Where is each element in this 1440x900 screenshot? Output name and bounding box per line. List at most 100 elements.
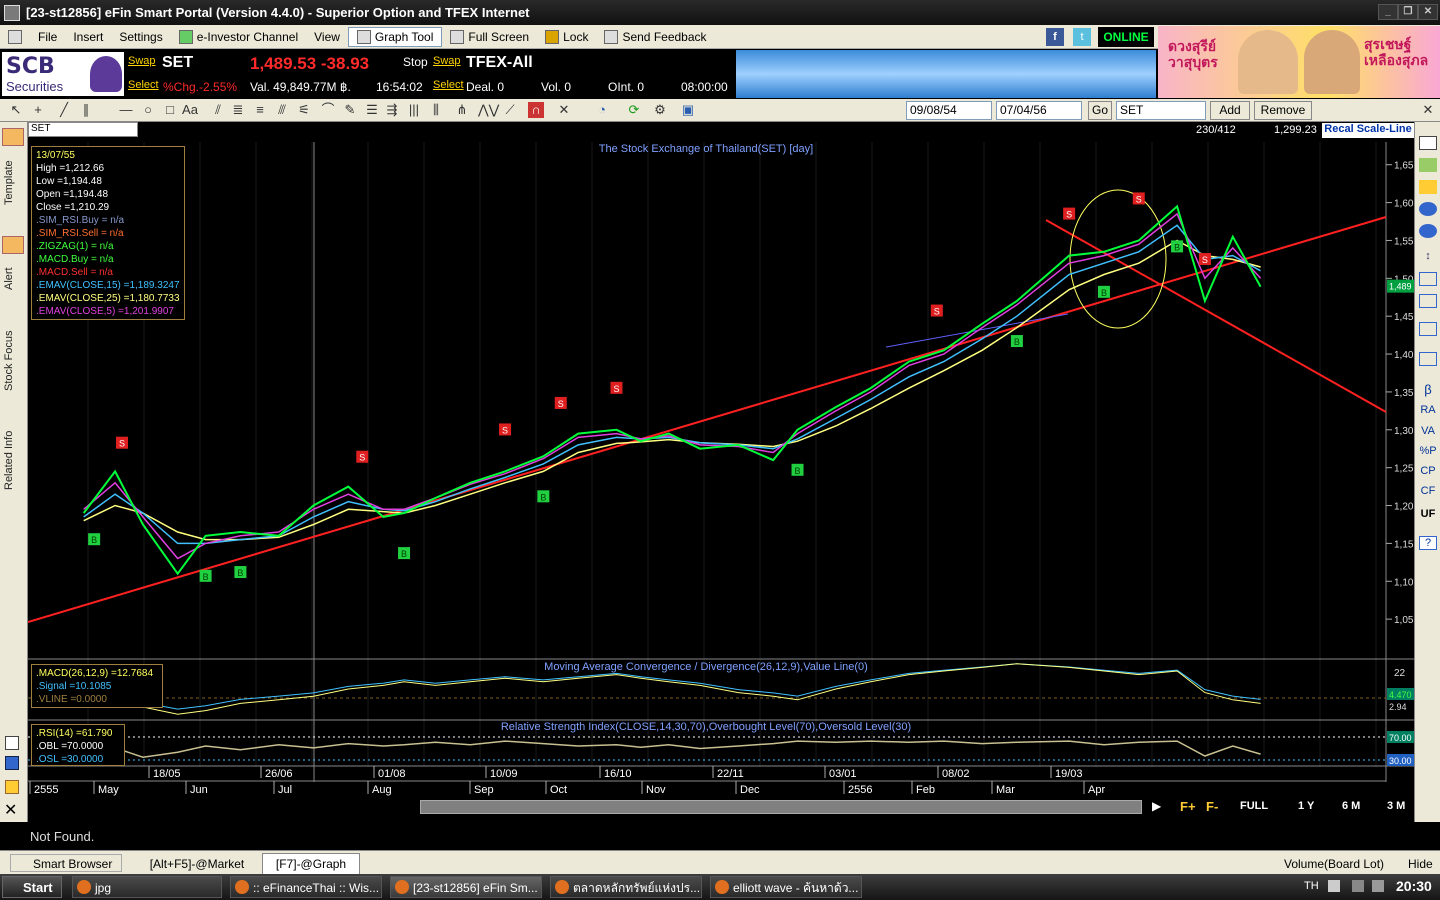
tool-cf[interactable]: CF	[1419, 485, 1437, 497]
recal-scale-line-button[interactable]: Recal Scale-Line	[1322, 123, 1414, 138]
go-button[interactable]: Go	[1088, 101, 1112, 120]
zoom-in-f-icon[interactable]: F+	[1180, 799, 1196, 814]
magnet-icon[interactable]: ∩	[528, 102, 544, 118]
chart-symbol-box[interactable]: SET	[28, 122, 138, 137]
tool-va[interactable]: VA	[1419, 425, 1437, 437]
horizontal-line-icon[interactable]: —	[118, 102, 134, 118]
log-scale-icon[interactable]	[1419, 322, 1437, 336]
toolbar-close-icon[interactable]: ✕	[1420, 102, 1436, 118]
menu-send-feedback[interactable]: Send Feedback	[596, 27, 714, 47]
facebook-icon[interactable]: f	[1046, 28, 1064, 46]
cycle-tool-icon[interactable]: ◔	[594, 102, 610, 118]
rectangle-tool-icon[interactable]: □	[162, 102, 178, 118]
circle-tool-icon[interactable]: ○	[140, 102, 156, 118]
open-folder-icon[interactable]	[5, 780, 19, 794]
menu-lock[interactable]: Lock	[537, 27, 596, 47]
layout-icon[interactable]	[1419, 294, 1437, 308]
search-icon[interactable]	[1419, 352, 1437, 366]
task-elliott-wave[interactable]: elliott wave - ค้นหาด้ว...	[710, 876, 862, 898]
tab-related-info[interactable]: Related Info	[3, 422, 25, 498]
symbol-select[interactable]: SET	[1116, 101, 1206, 120]
tfex-select-button[interactable]: Select	[433, 79, 464, 91]
save-icon[interactable]	[5, 756, 19, 770]
fibonacci-ext-icon[interactable]: ≡	[252, 102, 268, 118]
gann-tool-icon[interactable]: ⚟	[296, 102, 312, 118]
pointer-icon[interactable]: ↖	[8, 102, 24, 118]
tab-market[interactable]: [Alt+F5]-@Market	[138, 854, 256, 874]
zoom-in-icon[interactable]	[1419, 202, 1437, 216]
tray-arrow-icon[interactable]	[1352, 880, 1364, 892]
volume-tray-icon[interactable]	[1372, 880, 1384, 892]
chart-area[interactable]: The Stock Exchange of Thailand(SET) [day…	[27, 122, 1414, 798]
task-efin-smart[interactable]: [23-st12856] eFin Sm...	[390, 876, 542, 898]
fibonacci-retracement-icon[interactable]: ≣	[230, 102, 246, 118]
zoom-out-icon[interactable]	[1419, 224, 1437, 238]
add-button[interactable]: Add	[1210, 101, 1250, 120]
tab-alert[interactable]: Alert	[3, 262, 25, 296]
chart-svg[interactable]: The Stock Exchange of Thailand(SET) [day…	[27, 122, 1414, 798]
table-icon[interactable]	[1419, 136, 1437, 150]
hide-button[interactable]: Hide	[1408, 854, 1433, 874]
indicator-icon[interactable]	[1419, 180, 1437, 194]
task-efinancethai[interactable]: :: eFinanceThai :: Wis...	[230, 876, 382, 898]
menu-view[interactable]: View	[306, 27, 348, 47]
crosshair-icon[interactable]: +	[30, 102, 46, 118]
menu-full-screen[interactable]: Full Screen	[442, 27, 537, 47]
menu-graph-tool[interactable]: Graph Tool	[347, 26, 443, 47]
tool-pct-p[interactable]: %P	[1419, 445, 1437, 457]
refresh-icon[interactable]: ⟳	[626, 102, 642, 118]
line-tool-icon[interactable]: ╱	[56, 102, 72, 118]
date-from-input[interactable]: 09/08/54	[906, 101, 992, 120]
range-3m-button[interactable]: 3 M	[1387, 800, 1405, 812]
twitter-icon[interactable]: t	[1073, 28, 1091, 46]
trend-tool-icon[interactable]: ⟋	[502, 102, 518, 118]
help-icon[interactable]: ?	[1419, 536, 1437, 550]
channel-tool-icon[interactable]: ⫻	[274, 102, 290, 118]
language-indicator[interactable]: TH	[1304, 880, 1319, 892]
tool-cp[interactable]: CP	[1419, 465, 1437, 477]
range-6m-button[interactable]: 6 M	[1342, 800, 1360, 812]
scale-icon[interactable]: ↕	[1419, 250, 1437, 264]
help-tray-icon[interactable]	[1328, 880, 1340, 892]
menu-file[interactable]: File	[30, 27, 65, 47]
text-tool-icon[interactable]: Aa	[182, 102, 198, 118]
speed-lines-icon[interactable]: ⇶	[384, 102, 400, 118]
grid-lines-icon[interactable]: ☰	[364, 102, 380, 118]
tool-ra[interactable]: RA	[1419, 404, 1437, 416]
advertisement-banner[interactable]: ดวงสุรีย์ วาสุบุตร สุรเชษฐ์ เหลืองสุภล	[1158, 26, 1440, 98]
remove-button[interactable]: Remove	[1254, 101, 1312, 120]
delete-drawing-icon[interactable]: ✕	[556, 102, 572, 118]
alert-icon[interactable]	[2, 236, 24, 254]
menu-e-investor-channel[interactable]: e-Investor Channel	[171, 27, 306, 47]
tfex-swap-button[interactable]: Swap	[433, 55, 461, 67]
home-icon[interactable]	[0, 27, 30, 47]
wave-tool-icon[interactable]: ⋀⋁	[478, 102, 499, 118]
regression-icon[interactable]: ⫼	[428, 102, 444, 118]
task-jpg[interactable]: jpg	[72, 876, 222, 898]
settings-gear-icon[interactable]: ⚙	[652, 102, 668, 118]
fibonacci-fan-icon[interactable]: ⫽	[210, 102, 226, 118]
zoom-out-f-icon[interactable]: F-	[1206, 799, 1218, 814]
scroll-right-icon[interactable]: ▶	[1152, 799, 1161, 813]
range-1y-button[interactable]: 1 Y	[1298, 800, 1314, 812]
menu-settings[interactable]: Settings	[111, 27, 170, 47]
date-to-input[interactable]: 07/04/56	[996, 101, 1082, 120]
smart-browser-dropdown[interactable]: Smart Browser	[10, 854, 122, 872]
template-icon[interactable]	[2, 128, 24, 146]
tab-graph[interactable]: [F7]-@Graph	[262, 853, 360, 875]
time-zones-icon[interactable]: |||	[406, 102, 422, 118]
arc-tool-icon[interactable]: ⌒	[320, 102, 336, 118]
image-export-icon[interactable]: ▣	[680, 102, 696, 118]
maximize-button[interactable]: ❐	[1398, 4, 1418, 20]
tool-beta[interactable]: β	[1419, 382, 1437, 397]
start-button[interactable]: Start	[2, 876, 62, 898]
range-full-button[interactable]: FULL	[1240, 800, 1268, 812]
tab-template[interactable]: Template	[3, 154, 25, 212]
close-button[interactable]: ✕	[1418, 4, 1438, 20]
close-panel-icon[interactable]: ✕	[4, 800, 17, 820]
pen-tool-icon[interactable]: ✎	[342, 102, 358, 118]
select-button[interactable]: Select	[128, 79, 159, 91]
chart-type-icon[interactable]	[1419, 158, 1437, 172]
tab-stock-focus[interactable]: Stock Focus	[3, 322, 25, 400]
new-page-icon[interactable]	[5, 736, 19, 750]
